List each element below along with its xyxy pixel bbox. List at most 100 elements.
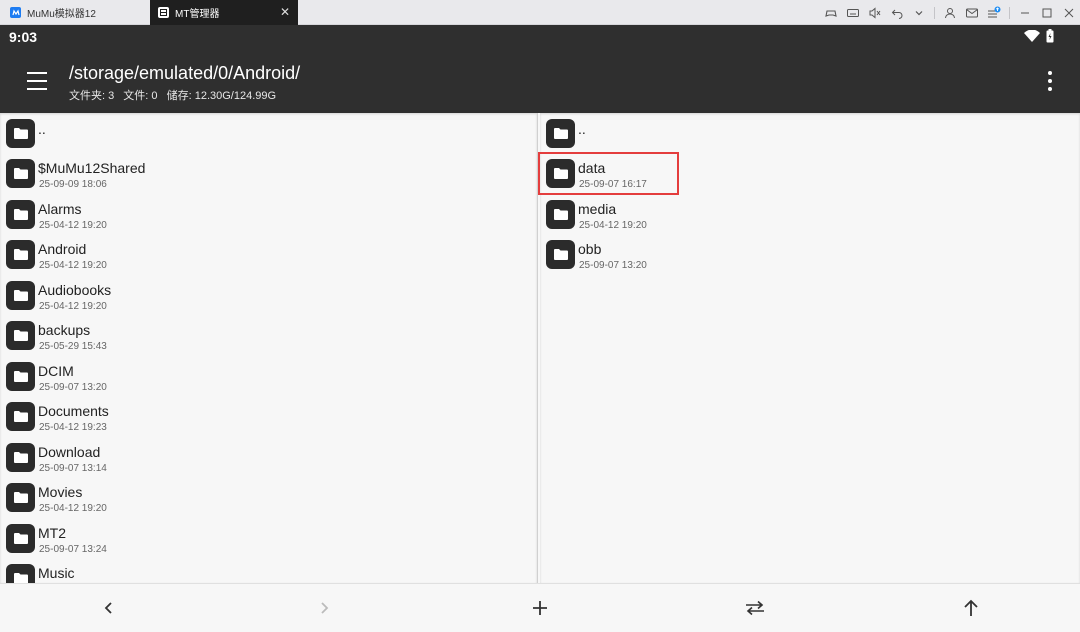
chevron-down-icon[interactable] (908, 0, 930, 25)
file-name: obb (578, 241, 602, 257)
file-name: MT2 (38, 525, 66, 541)
plus-icon (533, 601, 547, 615)
bottom-toolbar (0, 583, 1080, 632)
file-date: 25-09-09 18:06 (39, 179, 107, 190)
minimize-icon[interactable] (1014, 0, 1036, 25)
gamepad-icon[interactable] (820, 0, 842, 25)
folder-icon (6, 402, 35, 431)
update-menu-icon[interactable] (983, 0, 1005, 25)
close-tab-icon[interactable]: ✕ (280, 6, 290, 18)
list-item-data[interactable]: data 25-09-07 16:17 (540, 155, 1080, 195)
list-item[interactable]: obb 25-09-07 13:20 (540, 236, 1080, 276)
chevron-left-icon (104, 602, 112, 614)
folder-icon (546, 159, 575, 188)
more-options-button[interactable] (1046, 71, 1054, 91)
go-up-button[interactable] (959, 596, 983, 620)
keyboard-icon[interactable] (842, 0, 864, 25)
folder-icon (546, 119, 575, 148)
file-name: data (578, 160, 606, 176)
file-name: Audiobooks (38, 282, 112, 298)
file-name: media (578, 201, 617, 217)
folder-icon (6, 564, 35, 583)
file-name: .. (578, 121, 586, 137)
folder-icon (6, 240, 35, 269)
file-name: backups (38, 322, 91, 338)
back-button[interactable] (97, 596, 121, 620)
file-name: Documents (38, 403, 109, 419)
file-name: Android (38, 241, 87, 257)
more-dot (1048, 87, 1052, 91)
list-item[interactable]: Download 25-09-07 13:14 (0, 439, 537, 479)
menu-icon-line (27, 72, 47, 74)
file-count: 文件: 0 (123, 90, 158, 102)
forward-button[interactable] (312, 596, 336, 620)
menu-icon-line (27, 88, 47, 90)
current-path[interactable]: /storage/emulated/0/Android/ (69, 63, 300, 84)
emulator-toolbar (820, 0, 1080, 25)
status-icons (1024, 29, 1054, 43)
file-date: 25-09-07 13:20 (39, 382, 107, 393)
left-file-pane[interactable]: .. $MuMu12Shared 25-09-09 18:06 Alarms 2… (0, 113, 538, 583)
list-item[interactable]: Android 25-04-12 19:20 (0, 236, 537, 276)
list-item[interactable]: backups 25-05-29 15:43 (0, 317, 537, 357)
wifi-icon (1024, 30, 1040, 42)
file-name: DCIM (38, 363, 74, 379)
emulator-tab-label: MuMu模拟器12 (27, 9, 96, 20)
folder-icon (6, 281, 35, 310)
arrow-up-icon (964, 599, 978, 616)
mail-icon[interactable] (961, 0, 983, 25)
list-item[interactable]: Documents 25-04-12 19:23 (0, 398, 537, 438)
emulator-tab-mt-manager[interactable]: MT管理器 ✕ (150, 0, 298, 25)
folder-icon (6, 362, 35, 391)
file-date: 25-09-07 13:14 (39, 463, 107, 474)
mute-icon[interactable] (864, 0, 886, 25)
swap-arrows-icon (746, 600, 764, 616)
folder-icon (6, 443, 35, 472)
swap-panes-button[interactable] (743, 596, 767, 620)
file-name: Music (38, 565, 75, 581)
status-time: 9:03 (9, 29, 38, 45)
add-button[interactable] (528, 596, 552, 620)
list-item[interactable]: Music (0, 560, 537, 583)
storage-usage: 储存: 12.30G/124.99G (166, 90, 277, 102)
menu-icon-line (27, 80, 47, 82)
folder-icon (6, 159, 35, 188)
emulator-tab-mumu[interactable]: MuMu模拟器12 (0, 0, 150, 25)
folder-icon (6, 524, 35, 553)
file-date: 25-09-07 13:20 (579, 260, 647, 271)
maximize-icon[interactable] (1036, 0, 1058, 25)
user-icon[interactable] (939, 0, 961, 25)
path-summary: 文件夹: 3 文件: 0 储存: 12.30G/124.99G (69, 87, 282, 103)
close-window-icon[interactable] (1058, 0, 1080, 25)
list-item[interactable]: $MuMu12Shared 25-09-09 18:06 (0, 155, 537, 195)
file-date: 25-09-07 13:24 (39, 544, 107, 555)
list-item[interactable]: Movies 25-04-12 19:20 (0, 479, 537, 519)
list-item[interactable]: DCIM 25-09-07 13:20 (0, 358, 537, 398)
folder-count: 文件夹: 3 (69, 90, 115, 102)
folder-icon (6, 119, 35, 148)
menu-button[interactable] (24, 69, 50, 93)
folder-icon (6, 321, 35, 350)
folder-icon (6, 483, 35, 512)
list-item[interactable]: media 25-04-12 19:20 (540, 196, 1080, 236)
file-date: 25-04-12 19:23 (39, 422, 107, 433)
list-item[interactable]: Alarms 25-04-12 19:20 (0, 196, 537, 236)
battery-icon (1046, 29, 1054, 43)
mt-manager-app-icon (158, 7, 169, 18)
list-item[interactable]: MT2 25-09-07 13:24 (0, 520, 537, 560)
right-file-pane[interactable]: .. data 25-09-07 16:17 media 25-04-12 19… (540, 113, 1080, 583)
file-date: 25-04-12 19:20 (39, 260, 107, 271)
file-name: .. (38, 121, 46, 137)
list-item[interactable]: Audiobooks 25-04-12 19:20 (0, 277, 537, 317)
parent-directory-row[interactable]: .. (0, 115, 537, 155)
back-arrow-icon[interactable] (886, 0, 908, 25)
file-date: 25-04-12 19:20 (39, 503, 107, 514)
more-dot (1048, 71, 1052, 75)
mumu-logo-icon (10, 7, 21, 18)
chevron-right-icon (321, 602, 329, 614)
folder-icon (6, 200, 35, 229)
folder-icon (546, 200, 575, 229)
app-header: /storage/emulated/0/Android/ 文件夹: 3 文件: … (0, 49, 1080, 113)
parent-directory-row[interactable]: .. (540, 115, 1080, 155)
toolbar-divider (934, 6, 935, 19)
